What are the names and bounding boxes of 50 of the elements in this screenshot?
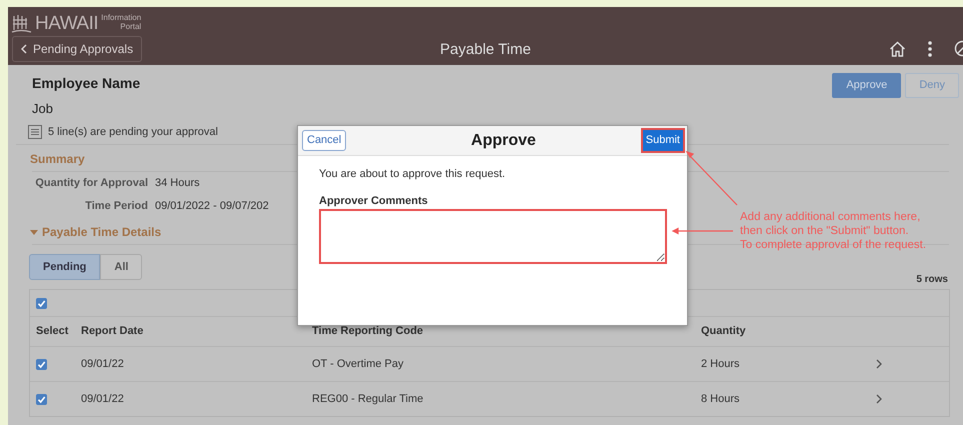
checkbox[interactable] (36, 358, 47, 370)
column-header: Time Reporting Code (312, 324, 424, 340)
table-cell-text: OT - Overtime Pay (312, 356, 404, 372)
table-cell-text: 2 Hours (701, 356, 741, 372)
filter-tab[interactable]: Pending (29, 254, 100, 280)
table-cell-text: 8 Hours (701, 392, 741, 407)
field-value: 34 Hours (155, 176, 200, 192)
chevron-right-icon[interactable] (876, 394, 882, 404)
field-label: Time Period (84, 199, 148, 214)
logo-text: HAWAII (35, 14, 98, 34)
field-label: Approver Comments (319, 194, 429, 208)
table-cell-text: REG00 - Regular Time (312, 392, 424, 407)
column-header: Select (35, 324, 70, 340)
job-label: Job (32, 100, 54, 118)
checkbox[interactable] (36, 298, 47, 308)
table-cell-text: 09/01/22 (81, 392, 125, 407)
annotation-arrow (672, 228, 733, 234)
comments-field[interactable] (319, 209, 667, 264)
caret-down-icon[interactable] (30, 228, 38, 236)
action-button[interactable]: Approve (832, 73, 902, 98)
table-cell-text: 09/01/22 (81, 356, 125, 372)
chevron-right-icon[interactable] (876, 359, 882, 369)
annotation-text: To complete approval of the request. (740, 238, 926, 252)
filter-tab[interactable]: All (100, 254, 142, 280)
logo-subtext: Information (101, 13, 142, 22)
pending-note: 5 line(s) are pending your approval (48, 124, 218, 140)
dialog-title: Approve (471, 130, 536, 150)
chevron-left-icon (21, 44, 27, 54)
logo-subtext: Portal (120, 22, 142, 31)
page-title: Payable Time (440, 40, 531, 60)
column-header: Quantity (701, 324, 747, 340)
row-count: 5 rows (916, 274, 948, 285)
annotation-text: then click on the "Submit" button. (740, 224, 910, 238)
field-label: Quantity for Approval (34, 176, 148, 192)
logo-icon (10, 12, 32, 34)
section-heading: Summary (30, 152, 85, 166)
dialog-message: You are about to approve this request. (319, 167, 506, 182)
annotation-arrow (686, 150, 738, 206)
more-options-icon[interactable] (928, 40, 932, 56)
employee-name: Employee Name (32, 74, 142, 93)
home-icon[interactable] (889, 40, 906, 56)
cancel-button[interactable]: Cancel (302, 130, 346, 151)
section-heading: Payable Time Details (42, 224, 162, 241)
list-icon (28, 124, 42, 139)
column-header: Report Date (81, 324, 144, 340)
checkbox[interactable] (36, 394, 47, 404)
back-button[interactable]: Pending Approvals (12, 36, 142, 62)
field-value: 09/01/2022 - 09/07/202 (155, 199, 269, 214)
annotation-text: Add any additional comments here, (740, 210, 922, 224)
submit-button[interactable]: Submit (640, 128, 685, 153)
